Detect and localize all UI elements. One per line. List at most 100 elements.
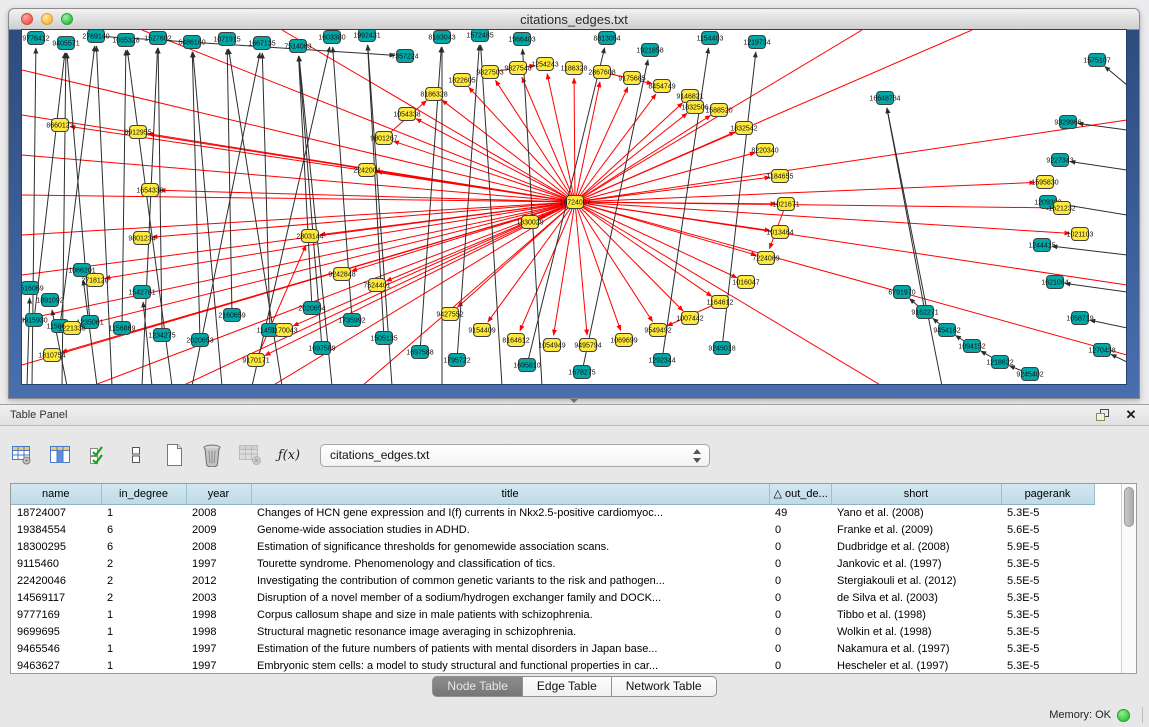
- table-cell[interactable]: 0: [769, 572, 831, 589]
- graph-node[interactable]: 1795722: [443, 354, 470, 367]
- delete-column-icon[interactable]: [198, 440, 226, 470]
- table-cell[interactable]: 5.3E-5: [1001, 640, 1094, 657]
- table-cell[interactable]: Hescheler et al. (1997): [831, 657, 1001, 674]
- graph-node[interactable]: 8912955: [124, 126, 151, 139]
- graph-node[interactable]: 1219734: [743, 36, 770, 49]
- column-header-in_degree[interactable]: in_degree: [101, 484, 186, 504]
- table-cell[interactable]: 1997: [186, 555, 251, 572]
- table-cell[interactable]: 0: [769, 555, 831, 572]
- table-cell[interactable]: Changes of HCN gene expression and I(f) …: [251, 504, 769, 521]
- graph-node[interactable]: 2516069: [22, 282, 44, 295]
- table-row[interactable]: 969969511998Structural magnetic resonanc…: [11, 623, 1094, 640]
- graph-node[interactable]: 1054949: [538, 339, 565, 352]
- table-scrollbar-thumb[interactable]: [1124, 487, 1134, 527]
- table-cell[interactable]: 0: [769, 640, 831, 657]
- select-all-icon[interactable]: [84, 440, 112, 470]
- column-header-name[interactable]: name: [11, 484, 101, 504]
- table-cell[interactable]: 19384554: [11, 521, 101, 538]
- table-cell[interactable]: Tourette syndrome. Phenomenology and cla…: [251, 555, 769, 572]
- graph-node[interactable]: 1992431: [353, 30, 380, 42]
- table-row[interactable]: 1456911722003Disruption of a novel membe…: [11, 589, 1094, 606]
- graph-node[interactable]: 9154409: [468, 324, 495, 337]
- table-cell[interactable]: 0: [769, 657, 831, 674]
- table-cell[interactable]: Disruption of a novel member of a sodium…: [251, 589, 769, 606]
- graph-node[interactable]: 1966403: [508, 33, 535, 46]
- graph-node[interactable]: 1154403: [697, 32, 724, 45]
- table-cell[interactable]: 1998: [186, 606, 251, 623]
- graph-node[interactable]: 2020654: [298, 302, 325, 315]
- table-cell[interactable]: 9465546: [11, 640, 101, 657]
- graph-node[interactable]: 7224069: [752, 252, 779, 265]
- tab-node-table[interactable]: Node Table: [432, 676, 523, 697]
- network-canvas[interactable]: 9776412940557127691401065328152760264861…: [22, 30, 1126, 384]
- graph-node[interactable]: 2160659: [218, 309, 245, 322]
- table-cell[interactable]: 0: [769, 589, 831, 606]
- graph-node[interactable]: 8186328: [420, 88, 447, 101]
- table-cell[interactable]: 2003: [186, 589, 251, 606]
- graph-node[interactable]: 1069699: [610, 334, 637, 347]
- table-cell[interactable]: 0: [769, 623, 831, 640]
- table-cell[interactable]: 1998: [186, 623, 251, 640]
- table-cell[interactable]: 9777169: [11, 606, 101, 623]
- graph-node[interactable]: 1527602: [144, 32, 171, 45]
- table-cell[interactable]: 18724007: [11, 504, 101, 521]
- table-cell[interactable]: Franke et al. (2009): [831, 521, 1001, 538]
- graph-node[interactable]: 7357224: [391, 50, 418, 63]
- graph-node[interactable]: 2867608: [588, 66, 615, 79]
- graph-node[interactable]: 7514063: [284, 40, 311, 53]
- float-panel-icon[interactable]: [1095, 407, 1111, 423]
- table-cell[interactable]: 5.3E-5: [1001, 657, 1094, 674]
- table-cell[interactable]: Investigating the contribution of common…: [251, 572, 769, 589]
- graph-node[interactable]: 9776412: [22, 32, 49, 45]
- table-cell[interactable]: 18300295: [11, 538, 101, 555]
- table-cell[interactable]: Tibbo et al. (1998): [831, 606, 1001, 623]
- graph-node[interactable]: 6791970: [888, 286, 915, 299]
- graph-node[interactable]: 1021671: [772, 198, 799, 211]
- table-cell[interactable]: Wolkin et al. (1998): [831, 623, 1001, 640]
- table-cell[interactable]: 1: [101, 504, 186, 521]
- table-cell[interactable]: 5.3E-5: [1001, 555, 1094, 572]
- table-row[interactable]: 1830029562008Estimation of significance …: [11, 538, 1094, 555]
- graph-node[interactable]: 1234275: [148, 329, 175, 342]
- table-row[interactable]: 946554611997Estimation of the future num…: [11, 640, 1094, 657]
- graph-node[interactable]: 1244415: [1028, 239, 1055, 252]
- graph-node[interactable]: 8183043: [428, 31, 455, 44]
- graph-node[interactable]: 8164612: [502, 334, 529, 347]
- column-header-short[interactable]: short: [831, 484, 1001, 504]
- window-titlebar[interactable]: citations_edges.txt: [9, 9, 1139, 30]
- table-scrollbar[interactable]: [1121, 484, 1136, 673]
- table-settings-icon[interactable]: [8, 440, 36, 470]
- graph-node[interactable]: 1572485: [466, 30, 493, 42]
- tab-network-table[interactable]: Network Table: [612, 676, 717, 697]
- graph-node[interactable]: 1697588: [406, 346, 433, 359]
- graph-node[interactable]: 2769140: [82, 30, 109, 43]
- graph-node[interactable]: 9827548: [504, 62, 531, 75]
- table-row[interactable]: 1872400712008Changes of HCN gene express…: [11, 504, 1094, 521]
- column-header-year[interactable]: year: [186, 484, 251, 504]
- table-cell[interactable]: 1: [101, 640, 186, 657]
- table-cell[interactable]: Jankovic et al. (1997): [831, 555, 1001, 572]
- graph-node[interactable]: 9454162: [933, 324, 960, 337]
- table-cell[interactable]: Nakamura et al. (1997): [831, 640, 1001, 657]
- table-cell[interactable]: Dudbridge et al. (2008): [831, 538, 1001, 555]
- column-header-pagerank[interactable]: pagerank: [1001, 484, 1094, 504]
- table-cell[interactable]: 0: [769, 606, 831, 623]
- graph-node[interactable]: 1505135: [370, 332, 397, 345]
- table-cell[interactable]: Genome-wide association studies in ADHD.: [251, 521, 769, 538]
- table-cell[interactable]: 2008: [186, 538, 251, 555]
- graph-node[interactable]: 1013464: [766, 226, 793, 239]
- graph-node[interactable]: 1292344: [648, 354, 675, 367]
- column-header-out_de[interactable]: △ out_de...: [769, 484, 831, 504]
- graph-node[interactable]: 1094152: [958, 340, 985, 353]
- table-cell[interactable]: 2012: [186, 572, 251, 589]
- table-cell[interactable]: 5.6E-5: [1001, 521, 1094, 538]
- graph-node[interactable]: 1678275: [568, 366, 595, 379]
- table-cell[interactable]: 49: [769, 504, 831, 521]
- graph-node[interactable]: 8813054: [593, 32, 620, 45]
- table-cell[interactable]: 5.5E-5: [1001, 572, 1094, 589]
- table-cell[interactable]: 9699695: [11, 623, 101, 640]
- graph-node[interactable]: 1058719: [1066, 312, 1093, 325]
- graph-node[interactable]: 1621064: [1041, 276, 1068, 289]
- table-cell[interactable]: 2: [101, 572, 186, 589]
- table-cell[interactable]: Stergiakouli et al. (2012): [831, 572, 1001, 589]
